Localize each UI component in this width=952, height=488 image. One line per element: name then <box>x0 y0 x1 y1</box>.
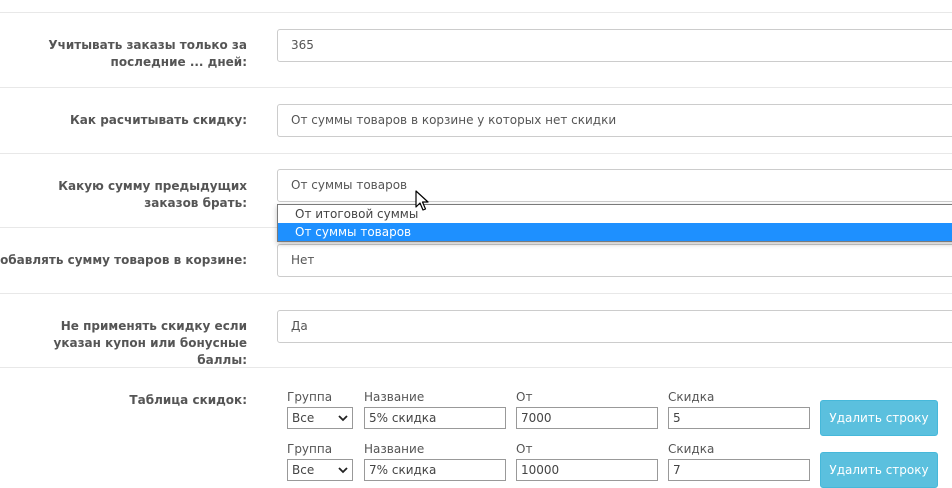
name-input[interactable]: 5% скидка <box>364 407 506 429</box>
discount-header: Скидка <box>668 442 715 456</box>
group-header: Группа <box>287 390 333 404</box>
discount-input[interactable]: 5 <box>668 407 810 429</box>
previous-orders-sum-label: Какую сумму предыдущих заказов брать: <box>58 179 247 210</box>
days-input[interactable]: 365 <box>277 29 952 62</box>
previous-orders-sum-dropdown: От итоговой суммы От суммы товаров <box>277 204 952 242</box>
divider <box>0 87 952 88</box>
add-cart-sum-select[interactable]: Нет <box>277 244 952 277</box>
group-header: Группа <box>287 442 333 456</box>
days-label: Учитывать заказы только за последние ...… <box>48 38 247 69</box>
delete-row-button[interactable]: Удалить строку <box>820 400 938 436</box>
coupon-bonus-label: Не применять скидку если указан купон ил… <box>53 319 248 367</box>
chevron-down-icon <box>338 467 348 474</box>
from-header: От <box>516 442 533 456</box>
chevron-down-icon <box>338 415 348 422</box>
name-header: Название <box>364 390 425 404</box>
from-input[interactable]: 7000 <box>516 407 658 429</box>
divider <box>0 12 952 13</box>
discount-input[interactable]: 7 <box>668 459 810 481</box>
discount-table-label: Таблица скидок: <box>129 393 247 407</box>
group-select-value: Все <box>292 411 315 425</box>
previous-orders-sum-select[interactable]: От суммы товаров <box>277 169 952 202</box>
divider <box>0 153 952 154</box>
group-select[interactable]: Все <box>287 459 353 481</box>
from-header: От <box>516 390 533 404</box>
group-select-value: Все <box>292 463 315 477</box>
coupon-bonus-select[interactable]: Да <box>277 310 952 343</box>
from-input[interactable]: 10000 <box>516 459 658 481</box>
name-input[interactable]: 7% скидка <box>364 459 506 481</box>
discount-calc-select[interactable]: От суммы товаров в корзине у которых нет… <box>277 104 952 137</box>
mouse-pointer-icon <box>415 190 429 211</box>
name-header: Название <box>364 442 425 456</box>
dropdown-option-goods[interactable]: От суммы товаров <box>278 223 952 241</box>
discount-header: Скидка <box>668 390 715 404</box>
discount-calc-label: Как расчитывать скидку: <box>69 113 247 127</box>
add-cart-sum-label: Добавлять сумму товаров в корзине: <box>0 253 247 267</box>
divider <box>0 293 952 294</box>
group-select[interactable]: Все <box>287 407 353 429</box>
dropdown-option-total[interactable]: От итоговой суммы <box>278 205 952 223</box>
delete-row-button[interactable]: Удалить строку <box>820 452 938 488</box>
